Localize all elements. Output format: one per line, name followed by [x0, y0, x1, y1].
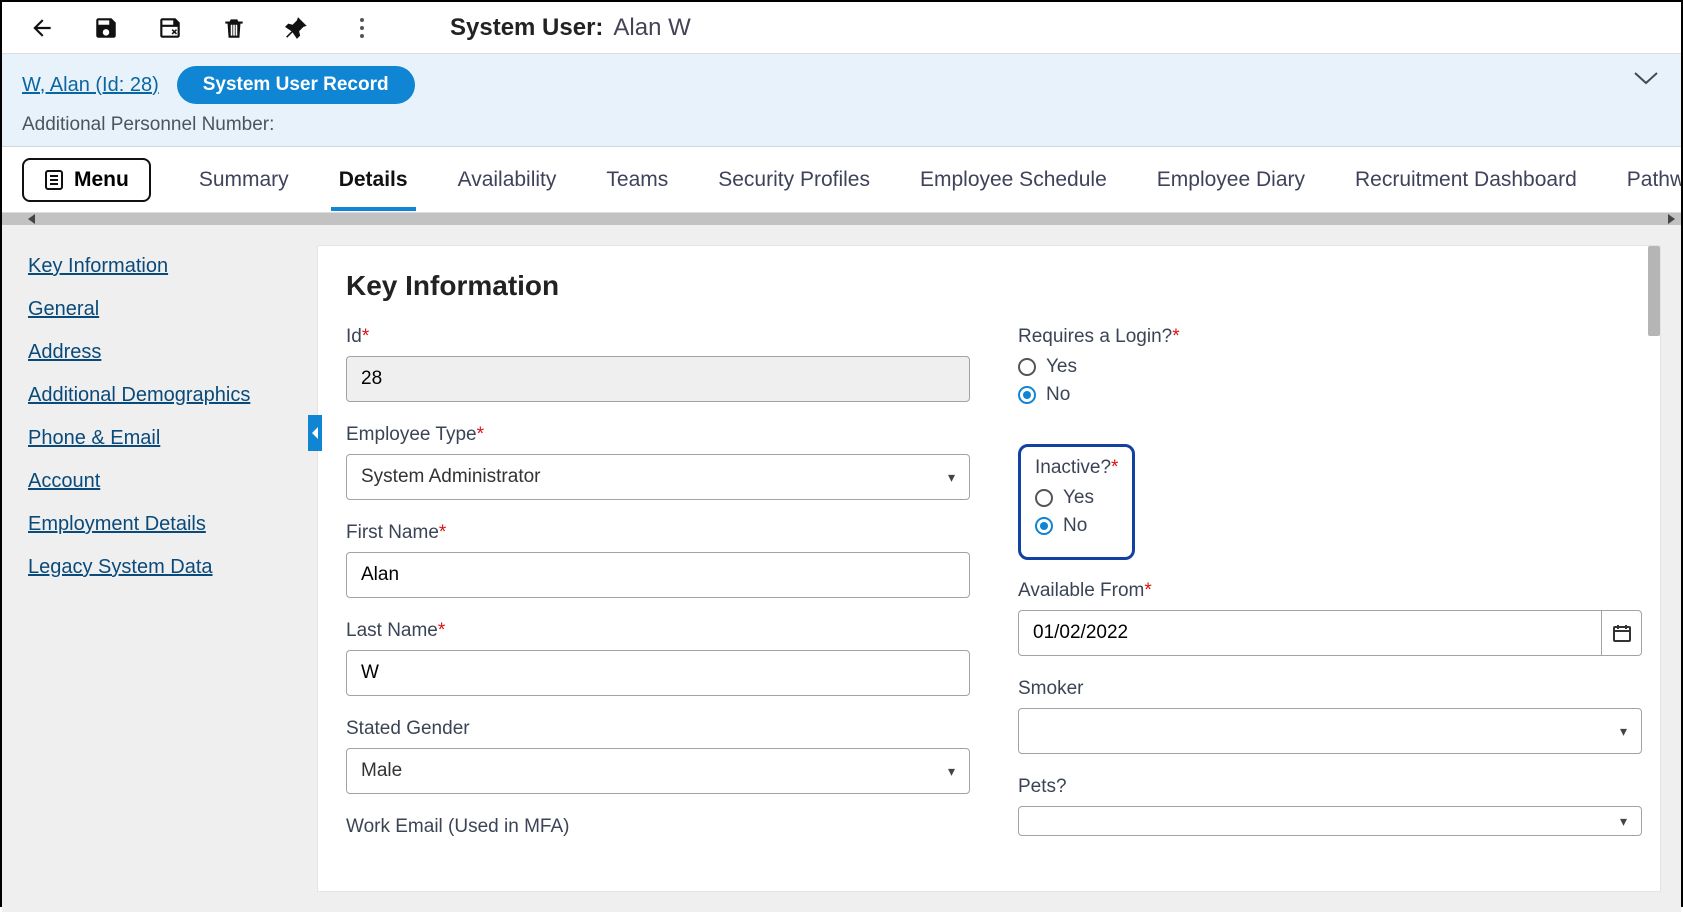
- breadcrumb-link[interactable]: W, Alan (Id: 28): [22, 74, 159, 97]
- vertical-scrollbar[interactable]: [1648, 246, 1660, 336]
- tab-security-profiles[interactable]: Security Profiles: [716, 150, 872, 210]
- page-title: System User: Alan W: [450, 14, 691, 42]
- date-picker-button[interactable]: [1602, 610, 1642, 656]
- save-x-icon: [157, 15, 183, 41]
- sidenav-collapse-button[interactable]: [308, 415, 322, 451]
- pin-icon: [285, 15, 311, 41]
- horizontal-scrollbar[interactable]: [2, 213, 1681, 225]
- pin-button[interactable]: [282, 12, 314, 44]
- main-area: Key Information General Address Addition…: [2, 225, 1681, 912]
- save-button[interactable]: [90, 12, 122, 44]
- tab-teams[interactable]: Teams: [604, 150, 670, 210]
- pets-label: Pets?: [1018, 776, 1642, 798]
- id-field[interactable]: [346, 356, 970, 402]
- chevron-down-icon: ▾: [948, 469, 955, 486]
- last-name-field[interactable]: [346, 650, 970, 696]
- tab-employee-diary[interactable]: Employee Diary: [1155, 150, 1307, 210]
- title-label: System User:: [450, 14, 603, 42]
- menu-button[interactable]: Menu: [22, 158, 151, 202]
- menu-label: Menu: [74, 168, 129, 192]
- calendar-icon: [1612, 623, 1632, 643]
- requires-login-yes[interactable]: Yes: [1018, 356, 1642, 378]
- sidenav-phone-email[interactable]: Phone & Email: [28, 427, 307, 450]
- sidenav-general[interactable]: General: [28, 298, 307, 321]
- inactive-no[interactable]: No: [1035, 515, 1118, 537]
- sidenav-additional-demographics[interactable]: Additional Demographics: [28, 384, 307, 407]
- gender-label: Stated Gender: [346, 718, 970, 740]
- tab-summary[interactable]: Summary: [197, 150, 291, 210]
- top-toolbar: System User: Alan W: [2, 2, 1681, 54]
- first-name-label: First Name*: [346, 522, 970, 544]
- save-icon: [93, 15, 119, 41]
- context-subtitle: Additional Personnel Number:: [22, 114, 1661, 136]
- form-panel: Key Information Id* Employee Type* Syste…: [317, 245, 1661, 892]
- tab-availability[interactable]: Availability: [456, 150, 559, 210]
- tab-employee-schedule[interactable]: Employee Schedule: [918, 150, 1109, 210]
- employee-type-select[interactable]: System Administrator ▾: [346, 454, 970, 500]
- kebab-icon: [360, 18, 364, 38]
- delete-button[interactable]: [218, 12, 250, 44]
- sidenav-legacy-system-data[interactable]: Legacy System Data: [28, 556, 307, 579]
- chevron-down-icon: ▾: [1620, 813, 1627, 830]
- sidenav-address[interactable]: Address: [28, 341, 307, 364]
- tabs-row: Menu Summary Details Availability Teams …: [2, 147, 1681, 213]
- smoker-select[interactable]: ▾: [1018, 708, 1642, 754]
- chevron-down-icon: ▾: [948, 763, 955, 780]
- requires-login-no[interactable]: No: [1018, 384, 1642, 406]
- id-label: Id*: [346, 326, 970, 348]
- inactive-highlight-box: Inactive?* Yes No: [1018, 444, 1135, 560]
- sidenav-employment-details[interactable]: Employment Details: [28, 513, 307, 536]
- trash-icon: [221, 15, 247, 41]
- inactive-yes[interactable]: Yes: [1035, 487, 1118, 509]
- arrow-left-icon: [29, 15, 55, 41]
- available-from-label: Available From*: [1018, 580, 1642, 602]
- chevron-down-icon: [1633, 70, 1659, 86]
- context-strip: W, Alan (Id: 28) System User Record Addi…: [2, 54, 1681, 147]
- collapse-strip-button[interactable]: [1633, 70, 1659, 91]
- save-close-button[interactable]: [154, 12, 186, 44]
- back-button[interactable]: [26, 12, 58, 44]
- record-type-pill[interactable]: System User Record: [177, 66, 415, 104]
- section-nav: Key Information General Address Addition…: [22, 245, 317, 892]
- tab-recruitment-dashboard[interactable]: Recruitment Dashboard: [1353, 150, 1579, 210]
- requires-login-label: Requires a Login?*: [1018, 326, 1642, 348]
- inactive-label: Inactive?*: [1035, 457, 1118, 479]
- chevron-left-icon: [310, 426, 320, 440]
- first-name-field[interactable]: [346, 552, 970, 598]
- title-value: Alan W: [613, 14, 690, 42]
- sidenav-key-information[interactable]: Key Information: [28, 255, 307, 278]
- available-from-field[interactable]: [1018, 610, 1602, 656]
- work-email-label: Work Email (Used in MFA): [346, 816, 970, 838]
- pets-select[interactable]: ▾: [1018, 806, 1642, 836]
- chevron-down-icon: ▾: [1620, 723, 1627, 740]
- section-heading: Key Information: [346, 270, 1660, 302]
- tab-details[interactable]: Details: [337, 150, 410, 210]
- gender-select[interactable]: Male ▾: [346, 748, 970, 794]
- more-button[interactable]: [346, 12, 378, 44]
- employee-type-label: Employee Type*: [346, 424, 970, 446]
- smoker-label: Smoker: [1018, 678, 1642, 700]
- tab-pathways[interactable]: Pathways: [1625, 150, 1681, 210]
- last-name-label: Last Name*: [346, 620, 970, 642]
- sidenav-account[interactable]: Account: [28, 470, 307, 493]
- menu-icon: [44, 169, 64, 191]
